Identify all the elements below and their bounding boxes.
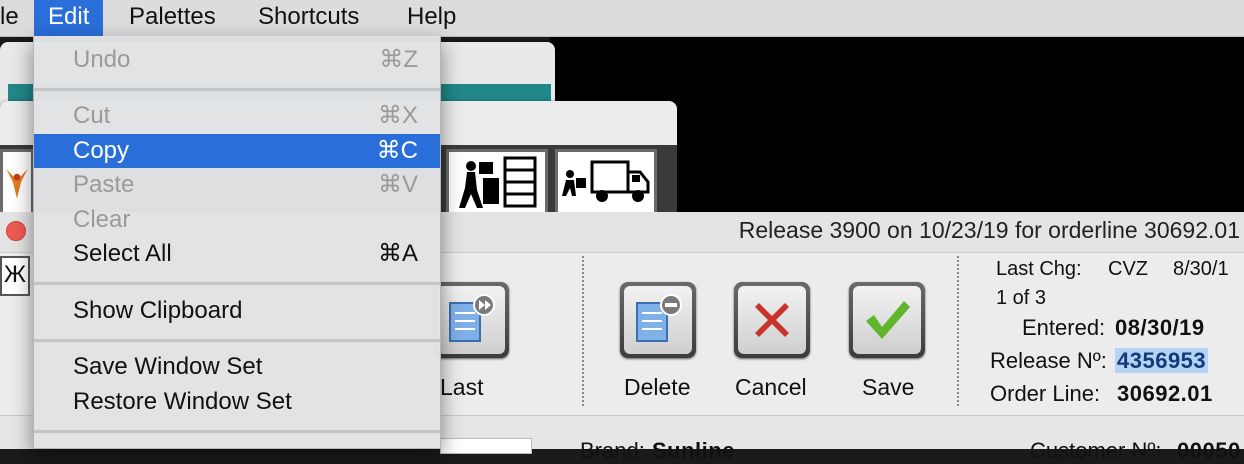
toolbar-divider (582, 256, 584, 406)
info-divider (957, 256, 959, 406)
select-all-label: Select All (73, 240, 172, 267)
menu-item-cut[interactable]: Cut ⌘X (34, 99, 440, 133)
last-change-date: 8/30/1 (1173, 258, 1229, 280)
cancel-button[interactable] (734, 282, 810, 358)
customer-number-label: Customer Nº: (1030, 438, 1162, 463)
save-window-set-label: Save Window Set (73, 353, 263, 380)
delete-button-label: Delete (624, 374, 691, 400)
undo-label: Undo (73, 46, 131, 73)
last-button[interactable] (433, 282, 509, 358)
undo-shortcut: ⌘Z (379, 46, 418, 73)
delete-button[interactable] (620, 282, 696, 358)
close-window-button[interactable] (6, 221, 26, 241)
brand-value: Sunline (652, 438, 735, 463)
cut-label: Cut (73, 102, 111, 129)
order-line-value: 30692.01 (1117, 381, 1213, 406)
customer-number-value: 00050 (1177, 438, 1241, 463)
bird-logo-icon[interactable] (0, 149, 34, 215)
green-check-icon (853, 286, 921, 354)
menu-item-undo[interactable]: Undo ⌘Z (34, 43, 440, 77)
last-change-label: Last Chg: (996, 258, 1082, 280)
left-input-field[interactable] (440, 438, 532, 454)
last-change-user: CVZ (1108, 258, 1148, 280)
cut-shortcut: ⌘X (377, 102, 418, 129)
order-line-label: Order Line: (990, 381, 1101, 406)
copy-shortcut: ⌘C (376, 137, 418, 164)
document-minus-icon (624, 286, 692, 354)
menu-item-paste[interactable]: Paste ⌘V (34, 168, 440, 202)
delivery-truck-icon[interactable] (555, 149, 657, 215)
red-x-icon (738, 286, 806, 354)
edit-menu-dropdown: Undo ⌘Z Cut ⌘X Copy ⌘C Paste ⌘V Clear Se… (33, 36, 441, 449)
menu-item-save-window-set[interactable]: Save Window Set (34, 350, 440, 384)
record-position: 1 of 3 (996, 287, 1047, 309)
menu-edit[interactable]: Edit (34, 0, 104, 36)
entered-value: 08/30/19 (1115, 315, 1205, 340)
select-all-shortcut: ⌘A (377, 240, 418, 267)
menu-separator (34, 430, 440, 433)
menu-separator (34, 282, 440, 285)
entered-label: Entered: (1022, 315, 1106, 340)
save-button-label: Save (862, 374, 915, 400)
menu-bar: le Edit Palettes Shortcuts Help (0, 0, 1244, 37)
menu-separator (34, 339, 440, 342)
release-number-value[interactable]: 4356953 (1115, 348, 1209, 374)
menu-item-clear[interactable]: Clear (34, 203, 440, 237)
menu-item-copy[interactable]: Copy ⌘C (34, 134, 440, 168)
menu-palettes[interactable]: Palettes (115, 0, 230, 36)
menu-separator (34, 88, 440, 91)
window-title: Release 3900 on 10/23/19 for orderline 3… (738, 217, 1240, 243)
paste-label: Paste (73, 171, 135, 198)
menu-shortcuts[interactable]: Shortcuts (244, 0, 373, 36)
clear-label: Clear (73, 206, 131, 233)
menu-item-restore-window-set[interactable]: Restore Window Set (34, 385, 440, 419)
show-clipboard-label: Show Clipboard (73, 297, 243, 324)
restore-window-set-label: Restore Window Set (73, 388, 292, 415)
warehouse-worker-icon[interactable] (446, 149, 548, 215)
paste-shortcut: ⌘V (377, 171, 418, 198)
menu-help[interactable]: Help (393, 0, 470, 36)
menu-item-show-clipboard[interactable]: Show Clipboard (34, 294, 440, 328)
menu-item-select-all[interactable]: Select All ⌘A (34, 237, 440, 271)
copy-label: Copy (73, 137, 130, 164)
release-number-label: Release Nº: (990, 348, 1107, 373)
brand-label: Brand: (580, 438, 645, 463)
document-next-icon (437, 286, 505, 354)
menu-file[interactable]: le (0, 0, 33, 36)
release-number-selection: 4356953 (1115, 348, 1209, 373)
sidebar-glyph-icon[interactable]: Ж (0, 256, 30, 296)
last-button-label: Last (440, 374, 484, 400)
cancel-button-label: Cancel (735, 374, 807, 400)
save-button[interactable] (849, 282, 925, 358)
